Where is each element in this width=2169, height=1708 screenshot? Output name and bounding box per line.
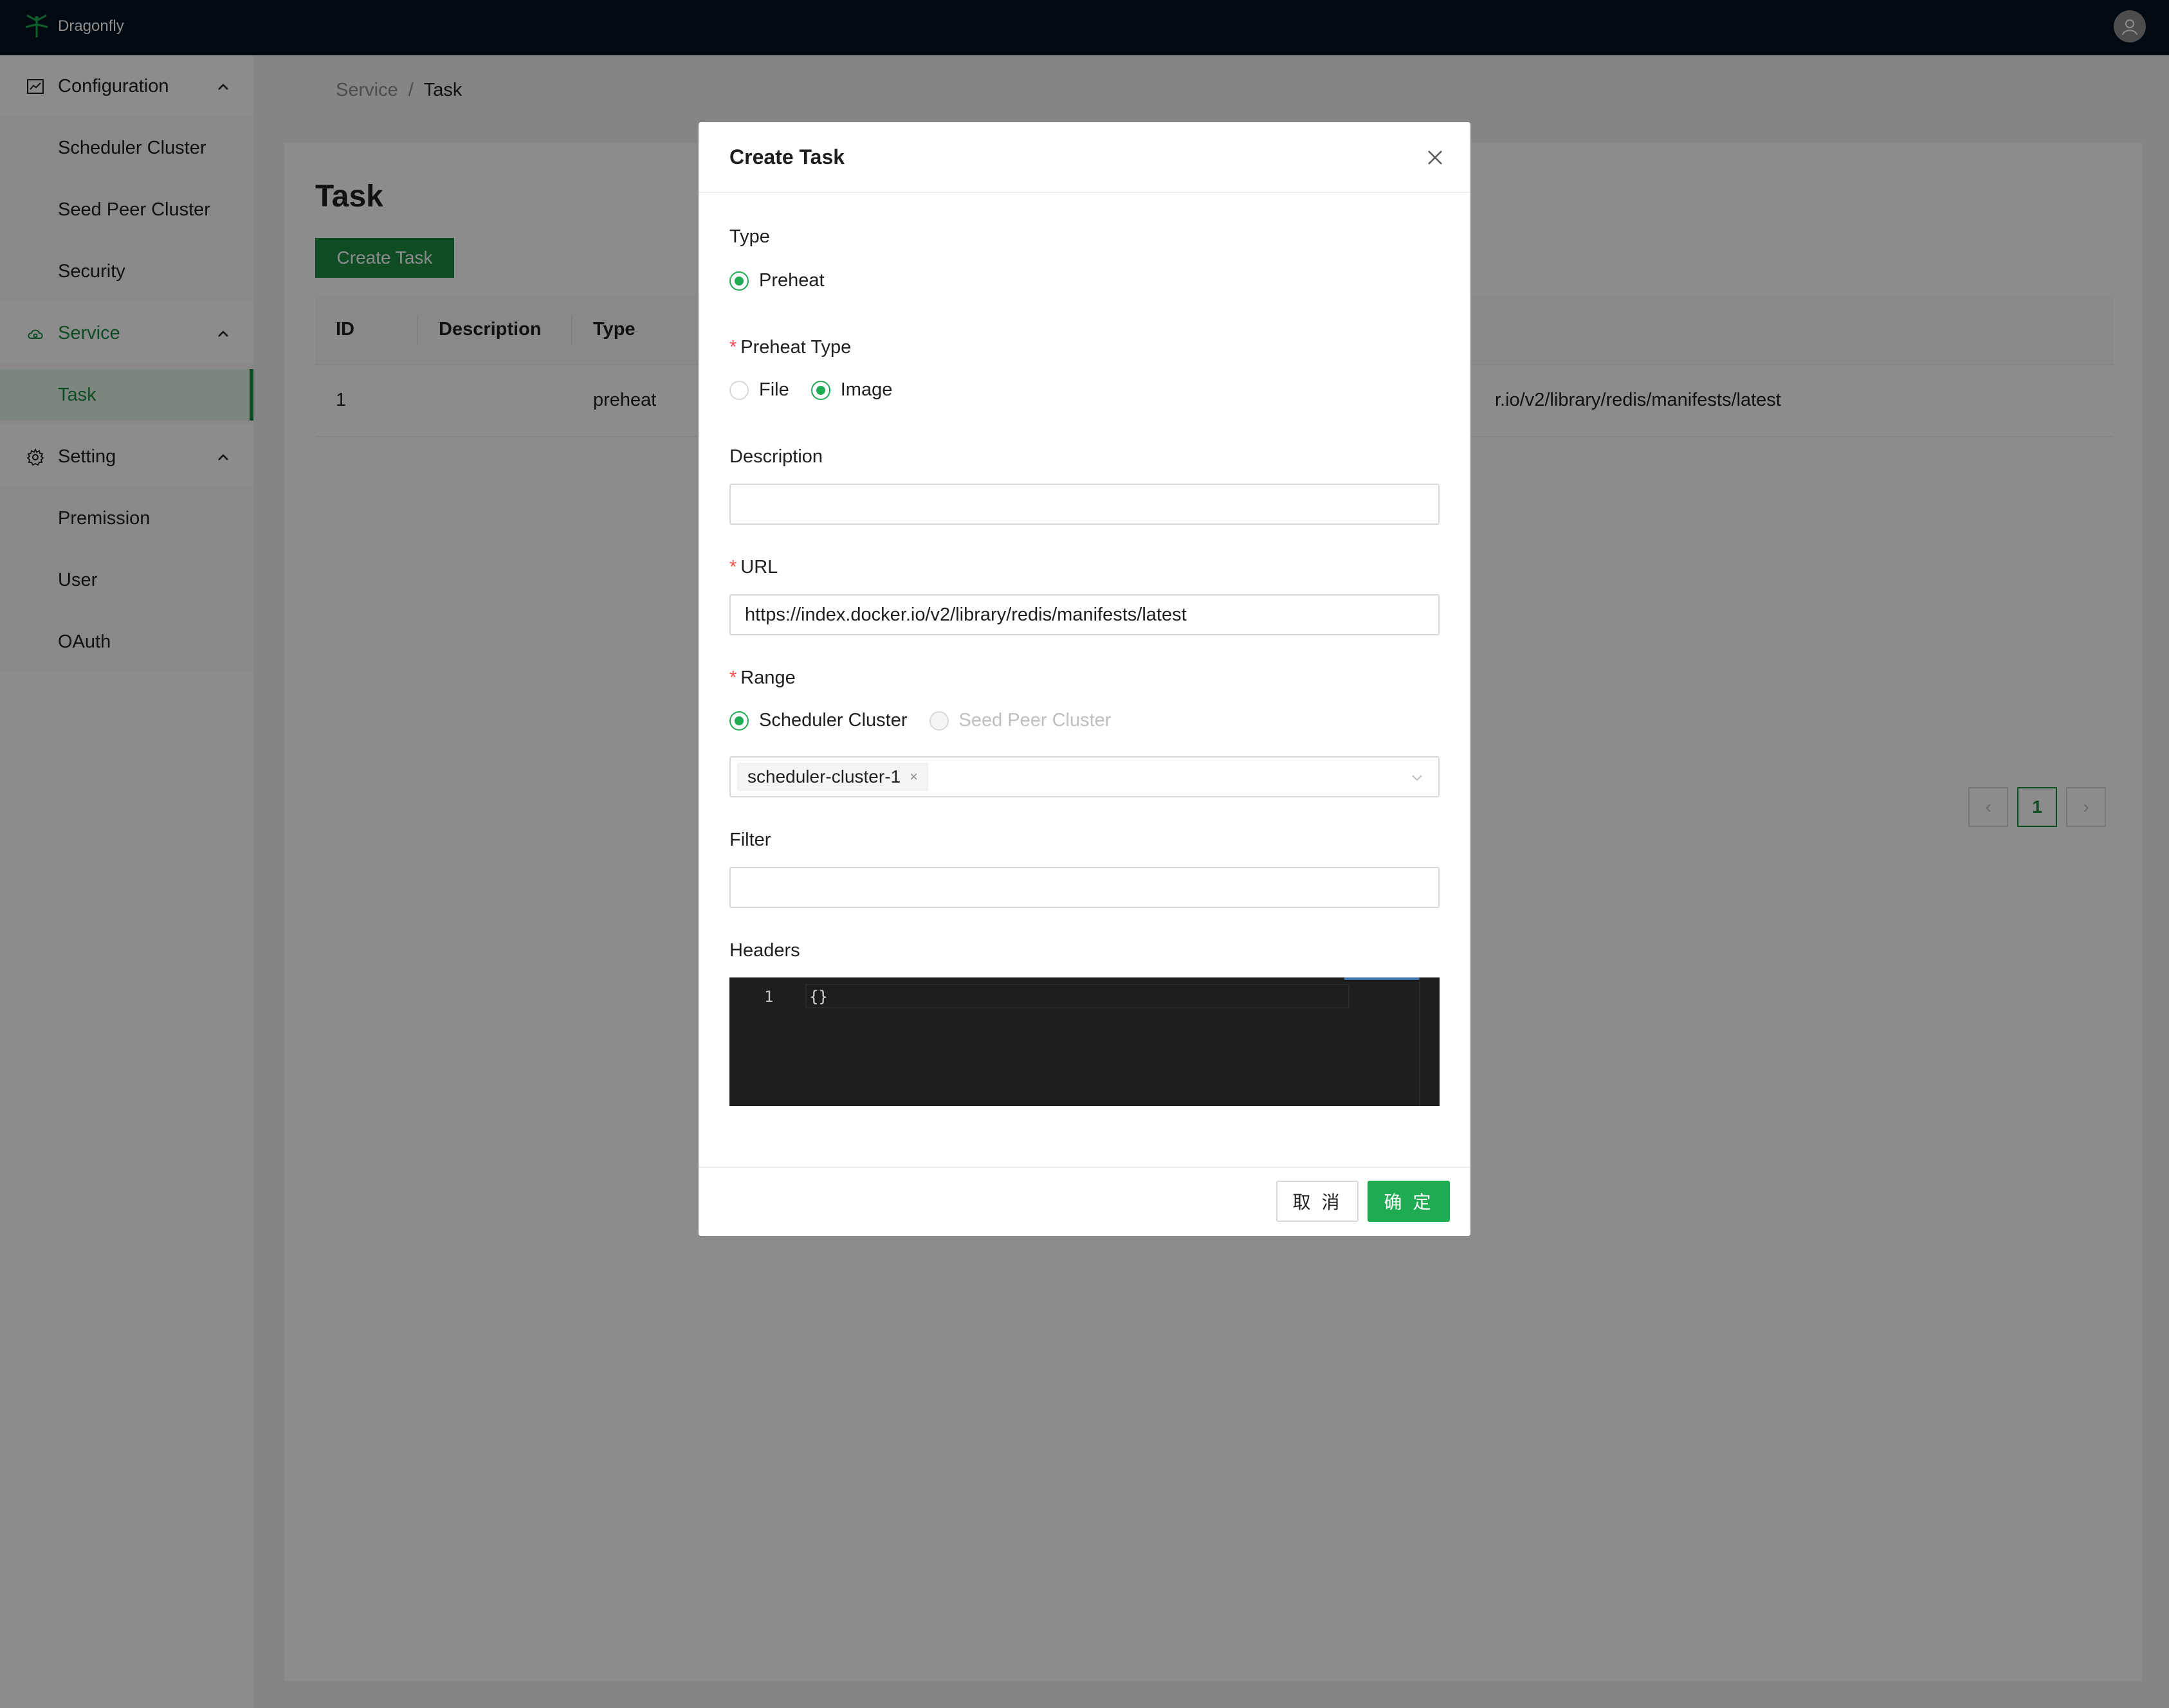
preheat-type-label: * Preheat Type: [729, 337, 851, 358]
label-text: URL: [740, 557, 778, 577]
radio-dot: [729, 380, 749, 400]
filter-label: Filter: [729, 830, 771, 850]
type-radio-preheat[interactable]: Preheat: [729, 270, 825, 291]
current-line-highlight: [805, 984, 1350, 1008]
code-text[interactable]: {}: [809, 988, 828, 1006]
headers-label: Headers: [729, 940, 800, 961]
radio-label: Scheduler Cluster: [759, 710, 908, 731]
url-label: * URL: [729, 557, 778, 578]
line-number: 1: [764, 988, 774, 1006]
description-input[interactable]: [729, 484, 1440, 525]
radio-dot: [810, 380, 830, 400]
filter-input[interactable]: [729, 867, 1440, 908]
editor-scroll-indicator: [1344, 977, 1420, 980]
tag-remove-icon[interactable]: ×: [910, 768, 918, 785]
tag-label: scheduler-cluster-1: [747, 767, 901, 786]
preheat-type-radio-file[interactable]: File: [729, 379, 789, 401]
scheduler-cluster-select[interactable]: scheduler-cluster-1 ×: [729, 756, 1440, 797]
url-input[interactable]: [729, 594, 1440, 635]
modal-footer: 取 消 确 定: [699, 1167, 1470, 1236]
radio-dot: [729, 711, 749, 731]
required-mark: *: [729, 557, 737, 577]
preheat-type-radio-group: File Image: [729, 379, 914, 401]
required-mark: *: [729, 337, 737, 358]
description-label: Description: [729, 446, 823, 467]
label-text: Preheat Type: [740, 337, 852, 358]
range-label: * Range: [729, 668, 796, 689]
radio-label: Preheat: [759, 270, 825, 291]
range-radio-group: Scheduler Cluster Seed Peer Cluster: [729, 710, 1133, 731]
radio-label: File: [759, 379, 789, 400]
selected-tag: scheduler-cluster-1 ×: [737, 763, 928, 791]
create-task-modal: Create Task Type Preheat * Preheat Type F…: [699, 122, 1470, 1236]
label-text: Range: [740, 668, 796, 688]
close-icon[interactable]: [1424, 147, 1446, 168]
modal-header: Create Task: [699, 122, 1470, 193]
range-radio-seed-peer-cluster: Seed Peer Cluster: [929, 710, 1112, 731]
range-radio-scheduler-cluster[interactable]: Scheduler Cluster: [729, 710, 908, 731]
cancel-button[interactable]: 取 消: [1276, 1181, 1359, 1222]
type-label: Type: [729, 226, 770, 247]
radio-dot: [729, 271, 749, 291]
headers-code-editor[interactable]: 1 {}: [729, 977, 1440, 1106]
radio-label: Image: [840, 379, 893, 400]
radio-label: Seed Peer Cluster: [958, 710, 1112, 731]
preheat-type-radio-image[interactable]: Image: [810, 379, 893, 401]
radio-dot: [929, 711, 949, 731]
editor-minimap-divider: [1419, 977, 1420, 1106]
confirm-button[interactable]: 确 定: [1368, 1181, 1450, 1222]
chevron-down-icon: [1412, 775, 1422, 781]
modal-title: Create Task: [729, 145, 845, 168]
type-radio-group: Preheat: [729, 270, 847, 291]
required-mark: *: [729, 668, 737, 688]
